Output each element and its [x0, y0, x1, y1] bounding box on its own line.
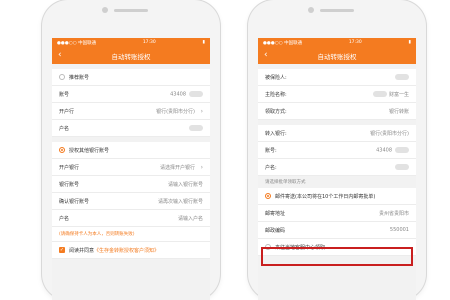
postcode-value[interactable]: 550001: [307, 227, 409, 233]
agreement-row[interactable]: ✓ 阅读并同意 《生存金转账授权客户须知》: [52, 242, 210, 259]
carrier-label: ●●●○○ 中国联通: [57, 40, 97, 46]
account-label: 账号:: [265, 147, 277, 154]
mail-option-label: 邮件寄送(本公司将在10个工作日内邮寄批单): [275, 193, 376, 200]
mail-option[interactable]: 邮件寄送(本公司将在10个工作日内邮寄批单): [258, 188, 416, 205]
holder-row[interactable]: 户名 请输入户名: [52, 210, 210, 227]
bank-no-row[interactable]: 银行账号 请输入银行账号: [52, 176, 210, 193]
agreement-link[interactable]: 《生存金转账授权客户须知》: [94, 247, 159, 254]
postcode-label: 邮政编码: [265, 227, 286, 234]
holder-input[interactable]: 请输入户名: [101, 215, 203, 222]
agree-prefix: 阅读并同意: [69, 247, 95, 254]
transfer-bank-row: 转入银行: 银行(贵阳市分行): [258, 125, 416, 142]
account-label: 账号: [59, 91, 70, 98]
confirm-row[interactable]: 确认银行账号 请再次输入银行账号: [52, 193, 210, 210]
status-bar: ●●●○○ 中国联通 17:30 ▮: [258, 38, 416, 47]
speaker-icon: [320, 9, 354, 12]
confirm-label: 确认银行账号: [59, 198, 90, 205]
method-label: 领取方式:: [265, 108, 287, 115]
page-title: 自动转账授权: [111, 52, 151, 61]
recommend-account-option[interactable]: 推荐账号: [52, 69, 210, 86]
name-label: 户名: [59, 125, 70, 132]
nav-bar: ‹ 自动转账授权: [258, 47, 416, 64]
battery-icon: ▮: [408, 40, 411, 45]
bank-row[interactable]: 开户行 银行(贵阳市分行) ›: [52, 103, 210, 120]
name-row: 户名: [52, 120, 210, 137]
bank-no-input[interactable]: 请输入银行账号: [101, 181, 203, 188]
account-value: 43408: [170, 91, 186, 98]
masked-value: [395, 163, 409, 170]
transfer-bank-label: 转入银行:: [265, 130, 287, 137]
status-bar: ●●●○○ 中国联通 17:30 ▮: [52, 38, 210, 47]
counter-option[interactable]: 来往当地客服中心领取: [258, 239, 416, 256]
bank-no-label: 银行账号: [59, 181, 80, 188]
carrier-label: ●●●○○ 中国联通: [263, 40, 303, 46]
hint-text: (请确保持卡人为本人，否则转账失败): [52, 227, 210, 242]
masked-value: [395, 73, 409, 80]
confirm-input[interactable]: 请再次输入银行账号: [101, 198, 203, 205]
speaker-icon: [114, 9, 148, 12]
nav-bar: ‹ 自动转账授权: [52, 47, 210, 64]
masked-value: [373, 91, 388, 97]
back-icon[interactable]: ‹: [58, 50, 62, 60]
section-label: 请选择批单领取方式: [258, 176, 416, 188]
counter-option-label: 来往当地客服中心领取: [275, 244, 326, 251]
masked-value: [189, 124, 203, 131]
status-time: 17:30: [142, 40, 156, 45]
account-row: 账号: 43408: [258, 142, 416, 159]
other-account-option[interactable]: 授权其他银行账号: [52, 142, 210, 159]
address-label: 邮寄地址: [265, 210, 286, 217]
bank-value: 银行(贵阳市分行): [156, 108, 195, 115]
account-row: 账号 43408: [52, 86, 210, 103]
battery-icon: ▮: [202, 40, 205, 45]
checkbox-icon[interactable]: ✓: [59, 247, 65, 253]
bank-label: 开户行: [59, 108, 75, 115]
radio-selected-icon[interactable]: [59, 147, 65, 153]
insured-row: 被保险人:: [258, 69, 416, 86]
radio-selected-icon[interactable]: [265, 193, 271, 199]
screen-right: ●●●○○ 中国联通 17:30 ▮ ‹ 自动转账授权 被保险人: 主险名称: …: [258, 38, 416, 300]
chevron-right-icon: ›: [200, 163, 203, 171]
back-icon[interactable]: ‹: [264, 50, 268, 60]
open-bank-select[interactable]: 请选择开户银行: [101, 164, 195, 171]
masked-value: [189, 90, 203, 97]
screen-left: ●●●○○ 中国联通 17:30 ▮ ‹ 自动转账授权 推荐账号 账号 4340…: [52, 38, 210, 300]
postcode-row[interactable]: 邮政编码 550001: [258, 222, 416, 239]
account-value: 43408: [376, 147, 392, 154]
address-row[interactable]: 邮寄地址 贵州省贵阳市: [258, 205, 416, 222]
method-value: 银行转账: [388, 108, 409, 115]
name-label: 户名:: [265, 164, 277, 171]
insured-label: 被保险人:: [265, 74, 287, 81]
name-row: 户名:: [258, 159, 416, 176]
phone-right: ●●●○○ 中国联通 17:30 ▮ ‹ 自动转账授权 被保险人: 主险名称: …: [248, 0, 426, 300]
radio-icon[interactable]: [265, 244, 271, 250]
page-title: 自动转账授权: [317, 52, 357, 61]
address-value[interactable]: 贵州省贵阳市: [307, 210, 409, 217]
contract-value: 财富一生: [388, 91, 409, 98]
open-bank-row[interactable]: 开户银行 请选择开户银行 ›: [52, 159, 210, 176]
chevron-right-icon: ›: [200, 107, 203, 115]
contract-row: 主险名称: 财富一生: [258, 86, 416, 103]
phone-left: ●●●○○ 中国联通 17:30 ▮ ‹ 自动转账授权 推荐账号 账号 4340…: [42, 0, 220, 300]
method-row: 领取方式: 银行转账: [258, 103, 416, 120]
radio-icon[interactable]: [59, 74, 65, 80]
other-option-label: 授权其他银行账号: [69, 147, 110, 154]
camera-icon: [308, 7, 314, 13]
masked-value: [395, 146, 409, 153]
status-time: 17:30: [348, 40, 362, 45]
holder-label: 户名: [59, 215, 70, 222]
open-bank-label: 开户银行: [59, 164, 80, 171]
recommend-label: 推荐账号: [69, 74, 90, 81]
contract-label: 主险名称:: [265, 91, 287, 98]
transfer-bank-value: 银行(贵阳市分行): [370, 130, 409, 137]
comparison-stage: ●●●○○ 中国联通 17:30 ▮ ‹ 自动转账授权 推荐账号 账号 4340…: [0, 0, 450, 300]
camera-icon: [102, 7, 108, 13]
